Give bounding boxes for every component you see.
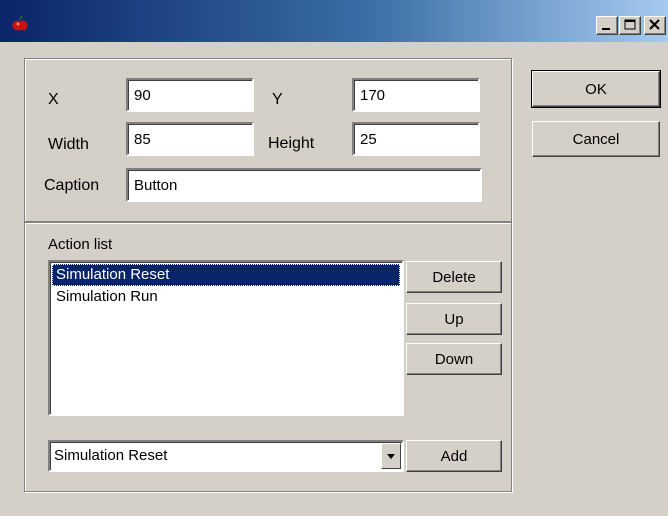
ok-button[interactable]: OK <box>531 70 661 108</box>
close-button[interactable] <box>644 16 666 35</box>
caption-field[interactable]: Button <box>126 168 482 202</box>
cancel-button[interactable]: Cancel <box>532 121 660 157</box>
chevron-down-icon <box>387 454 395 459</box>
list-item[interactable]: Simulation Run <box>52 286 400 308</box>
x-label: X <box>48 91 59 108</box>
height-field[interactable]: 25 <box>352 122 480 156</box>
action-combo[interactable]: Simulation Reset <box>48 440 404 472</box>
up-button[interactable]: Up <box>406 303 502 335</box>
combo-dropdown-button[interactable] <box>381 443 401 469</box>
title-bar[interactable] <box>0 0 668 42</box>
caption-label: Caption <box>44 177 100 194</box>
x-field[interactable]: 90 <box>126 78 254 112</box>
close-icon <box>649 19 660 30</box>
apple-icon <box>12 16 28 31</box>
combo-value: Simulation Reset <box>54 447 168 464</box>
add-button[interactable]: Add <box>406 440 502 472</box>
action-listbox[interactable]: Simulation Reset Simulation Run <box>48 260 404 416</box>
maximize-button[interactable] <box>619 16 641 35</box>
height-label: Height <box>268 135 315 152</box>
down-button[interactable]: Down <box>406 343 502 375</box>
width-label: Width <box>48 136 89 153</box>
minimize-icon <box>602 28 610 30</box>
list-item[interactable]: Simulation Reset <box>52 264 400 286</box>
action-list-label: Action list <box>48 236 113 253</box>
y-field[interactable]: 170 <box>352 78 480 112</box>
dialog-window: X 90 Y 170 Width 85 Height 25 Caption Bu… <box>0 0 668 516</box>
minimize-button[interactable] <box>596 16 618 35</box>
delete-button[interactable]: Delete <box>406 261 502 293</box>
y-label: Y <box>272 91 283 108</box>
maximize-icon <box>624 19 636 30</box>
width-field[interactable]: 85 <box>126 122 254 156</box>
